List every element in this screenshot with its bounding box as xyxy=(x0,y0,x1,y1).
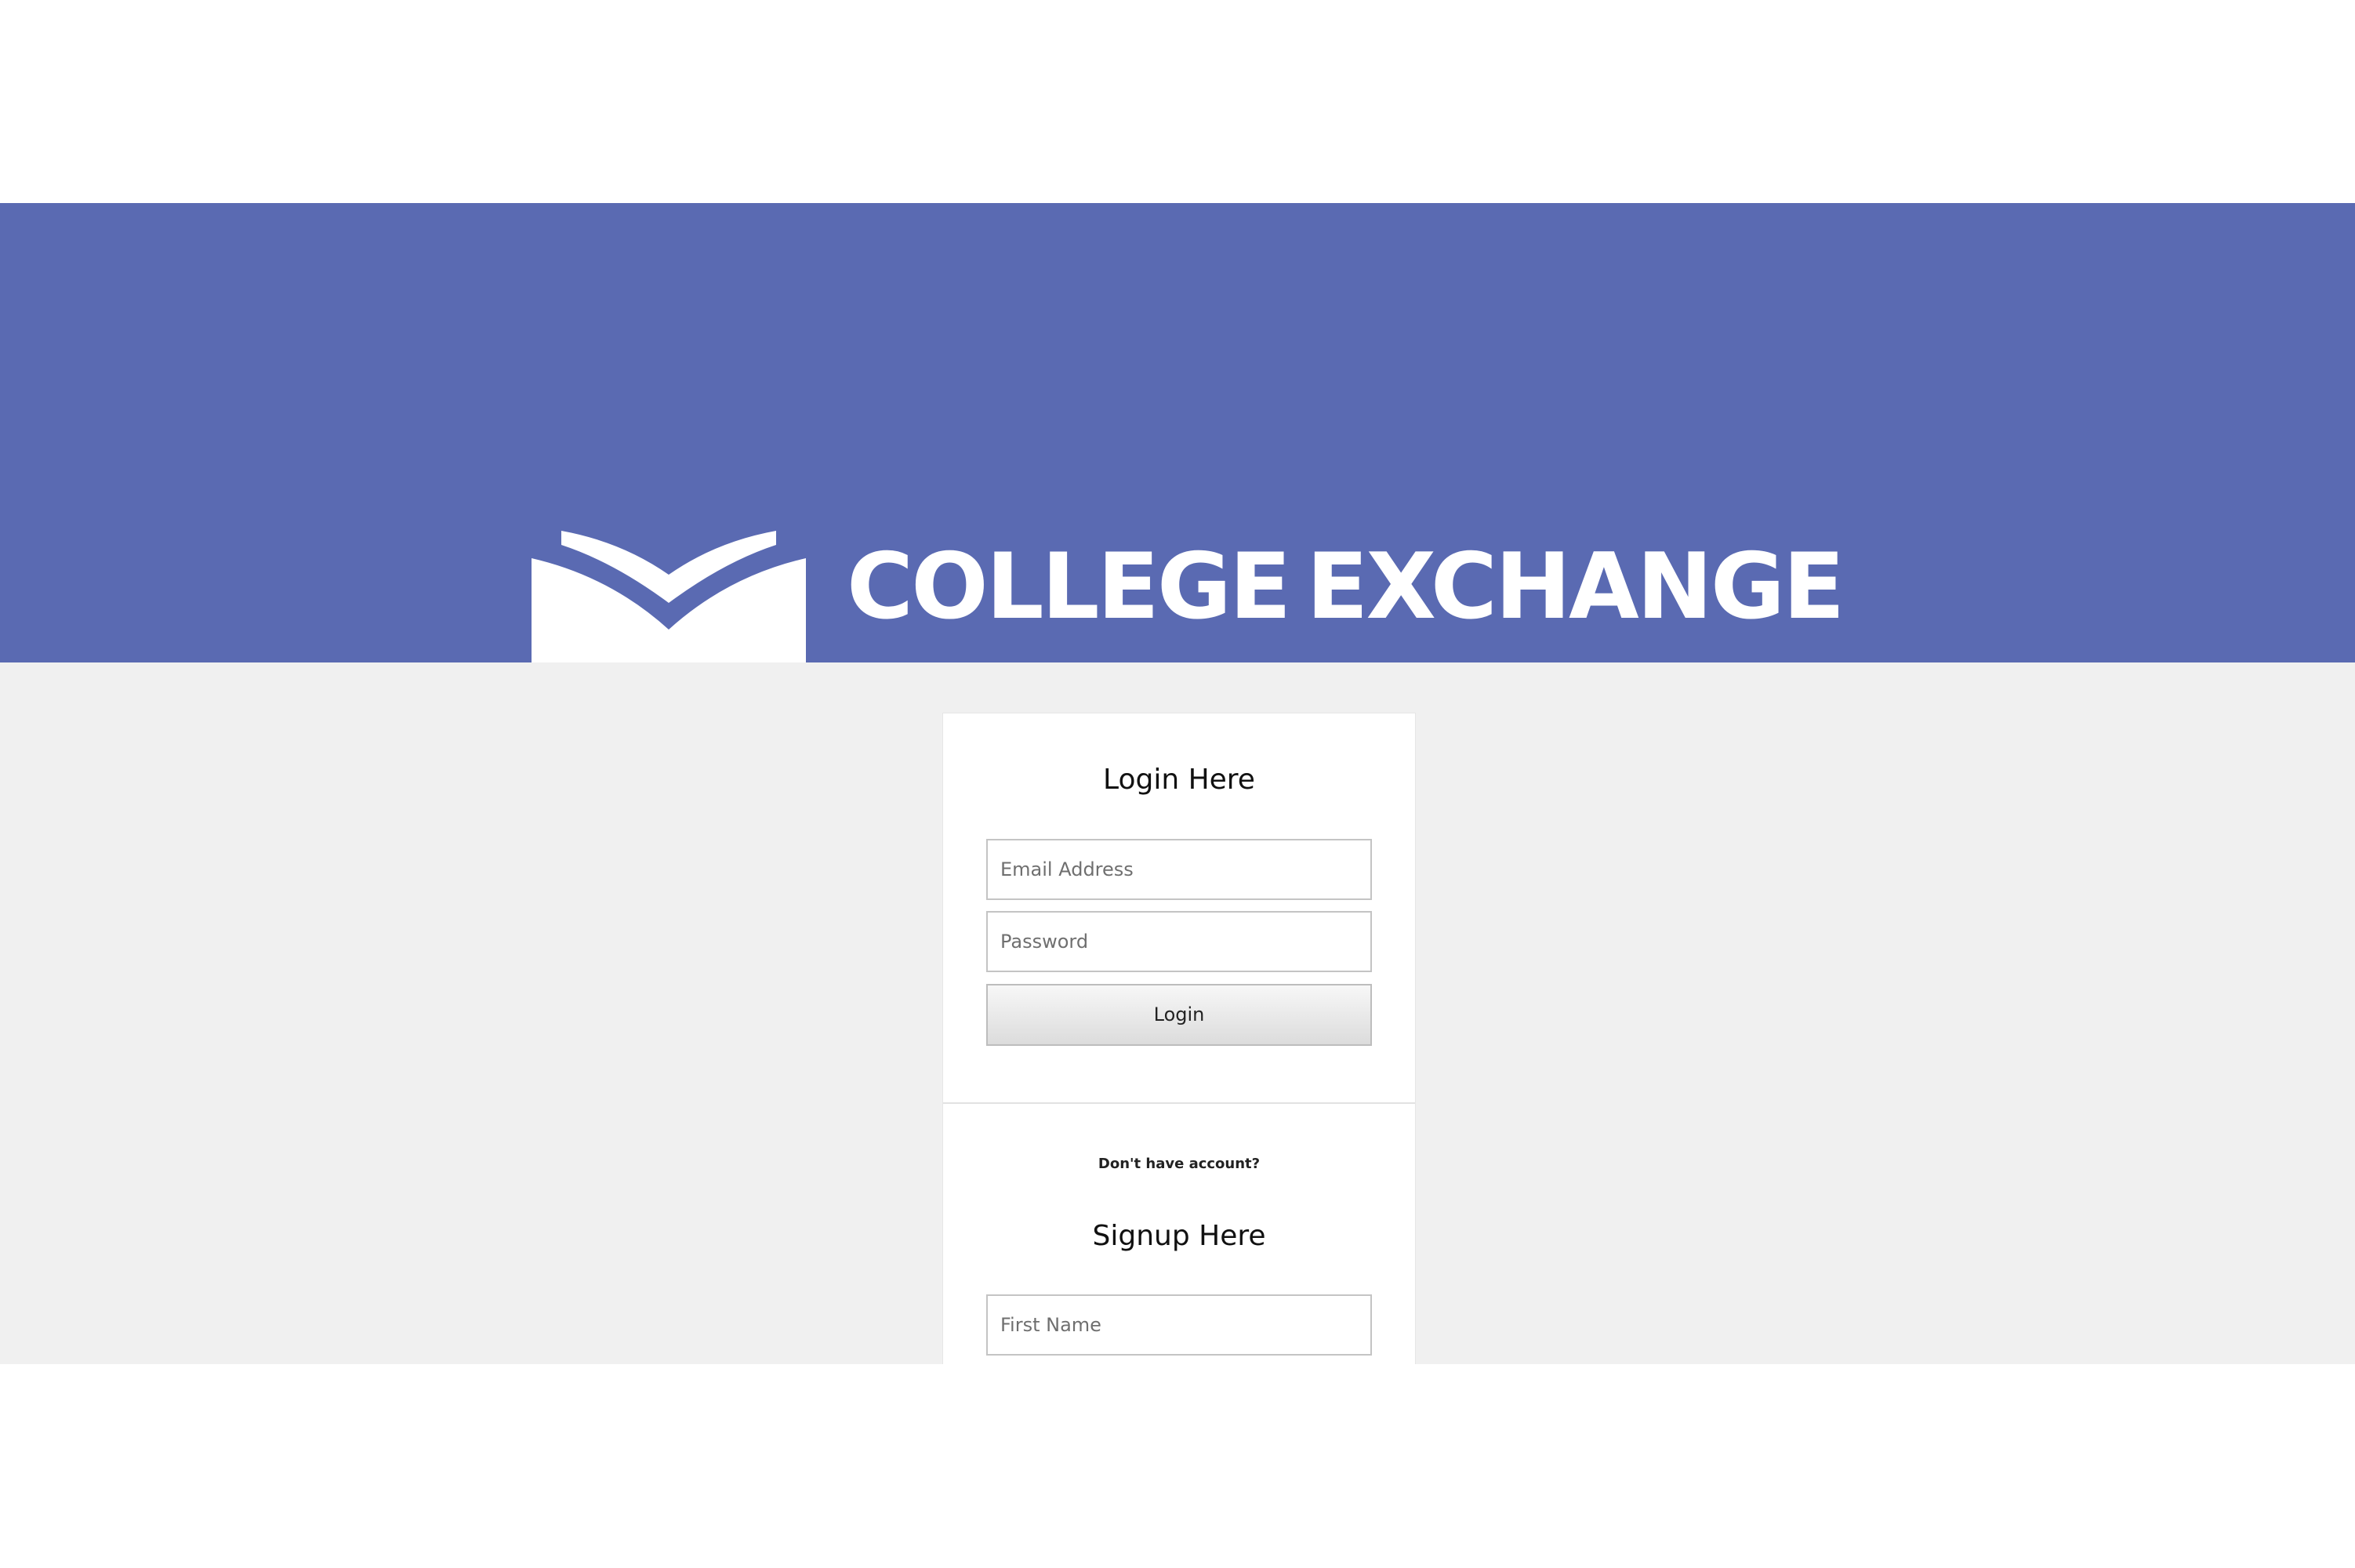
signup-heading: Signup Here xyxy=(1092,1220,1266,1252)
brand-name-part1: COLLEGE xyxy=(847,534,1291,640)
email-field[interactable] xyxy=(986,839,1372,900)
auth-card: Login Here Login Don't have account? Sig… xyxy=(942,713,1416,1364)
brand-banner: COLLEGE EXCHANGE xyxy=(0,203,2355,766)
top-margin xyxy=(0,0,2355,203)
brand-wordmark: COLLEGE EXCHANGE xyxy=(847,534,1845,640)
password-field[interactable] xyxy=(986,911,1372,972)
login-heading: Login Here xyxy=(1103,764,1255,796)
first-name-field[interactable] xyxy=(986,1294,1372,1356)
card-divider xyxy=(943,1102,1415,1104)
bottom-margin xyxy=(0,1364,2355,1568)
signup-prompt: Don't have account? xyxy=(1098,1156,1261,1172)
brand-name-part2: EXCHANGE xyxy=(1306,534,1845,640)
login-button[interactable]: Login xyxy=(986,984,1372,1046)
